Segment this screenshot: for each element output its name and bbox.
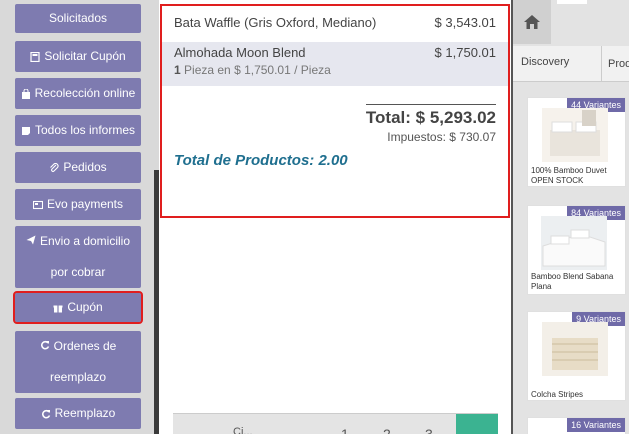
numpad-key-1[interactable]: 1 <box>341 426 349 434</box>
envio-line-1: Envio a domicilio <box>26 226 130 257</box>
reemplazo-button[interactable]: Reemplazo <box>15 398 141 429</box>
totals-block: Total: $ 5,293.02 Impuestos: $ 730.07 <box>366 104 496 144</box>
order-line-detail: 1 Pieza en $ 1,750.01 / Pieza <box>174 63 496 77</box>
product-name: 100% Bamboo Duvet OPEN STOCK <box>531 166 607 185</box>
sticky-note-icon <box>21 126 30 135</box>
product-card[interactable]: 44 Variantes 100% Bamboo Duvet OPEN STOC… <box>527 97 626 187</box>
todos-los-informes-label: Todos los informes <box>34 123 136 137</box>
product-total: Total de Productos: 2.00 <box>174 152 348 169</box>
ordenes-label-line1: Ordenes de <box>53 339 117 353</box>
refresh-icon <box>40 340 49 350</box>
product-image <box>542 108 608 162</box>
paperclip-icon <box>50 162 59 172</box>
numpad-key-3[interactable]: 3 <box>425 426 433 434</box>
solicitados-button[interactable]: Solicitados <box>15 4 141 33</box>
refresh-icon <box>41 409 50 418</box>
cupon-label: Cupón <box>67 300 103 314</box>
order-panel: Bata Waffle (Gris Oxford, Mediano) $ 3,5… <box>159 0 511 434</box>
order-line[interactable]: Bata Waffle (Gris Oxford, Mediano) $ 3,5… <box>174 15 496 39</box>
numpad-customer-label[interactable]: Ci... <box>233 426 253 434</box>
product-card[interactable]: 84 Variantes Bamboo Blend Sabana Plana <box>527 205 626 295</box>
ordenes-label-line2: reemplazo <box>49 370 107 384</box>
order-line-qty: 1 <box>174 63 181 77</box>
envio-a-domicilio-button[interactable]: Envio a domicilio por cobrar <box>15 226 141 288</box>
product-card[interactable]: 9 Variantes Colcha Stripes <box>527 311 626 401</box>
shopping-bag-icon <box>21 88 30 99</box>
solicitar-cupon-button[interactable]: Solicitar Cupón <box>15 41 141 72</box>
calculator-icon <box>30 51 40 62</box>
solicitados-label: Solicitados <box>48 11 108 25</box>
evo-payments-button[interactable]: Evo payments <box>15 189 141 220</box>
action-button-column: Solicitados Solicitar Cupón Recolección … <box>0 0 158 434</box>
order-line-name: Bata Waffle (Gris Oxford, Mediano) <box>174 15 377 30</box>
order-line-name: Almohada Moon Blend <box>174 45 306 60</box>
card-icon <box>32 200 43 209</box>
product-name: Bamboo Blend Sabana Plana <box>531 272 614 291</box>
paper-plane-icon <box>26 235 36 245</box>
reemplazo-label: Reemplazo <box>54 406 116 420</box>
tab-products[interactable]: Prod <box>601 46 629 82</box>
product-name: Colcha Stripes <box>531 390 584 399</box>
category-tabs: Discovery Prod <box>513 46 629 82</box>
product-image <box>541 216 607 270</box>
evo-payments-label: Evo payments <box>46 197 124 211</box>
product-image <box>542 322 608 376</box>
product-panel: Discovery Prod 44 Variantes 100% Bamboo … <box>513 0 629 434</box>
home-button[interactable] <box>513 0 551 44</box>
order-line-qty-text: Pieza en $ 1,750.01 / Pieza <box>184 63 331 77</box>
todos-los-informes-button[interactable]: Todos los informes <box>15 115 141 146</box>
envio-label-line2: por cobrar <box>50 265 106 279</box>
top-bar <box>551 0 629 44</box>
order-summary: Bata Waffle (Gris Oxford, Mediano) $ 3,5… <box>160 4 510 218</box>
envio-label-line1: Envio a domicilio <box>39 234 131 248</box>
numpad-key-2[interactable]: 2 <box>383 426 391 434</box>
solicitar-cupon-label: Solicitar Cupón <box>44 49 126 63</box>
payment-button[interactable] <box>456 414 498 434</box>
tab-discovery[interactable]: Discovery <box>521 56 569 68</box>
gift-icon <box>53 305 63 312</box>
pedidos-label: Pedidos <box>63 160 107 174</box>
numpad: Ci... 1 2 3 <box>173 413 498 434</box>
order-total: Total: $ 5,293.02 <box>365 108 496 127</box>
ordenes-de-reemplazo-button[interactable]: Ordenes de reemplazo <box>15 331 141 393</box>
order-taxes: Impuestos: $ 730.07 <box>387 130 496 144</box>
variants-badge: 16 Variantes <box>567 418 625 432</box>
order-line-amount: $ 1,750.01 <box>434 45 496 60</box>
cupon-button[interactable]: Cupón <box>13 291 143 324</box>
order-line-amount: $ 3,543.01 <box>434 15 496 30</box>
recoleccion-online-label: Recolección online <box>34 86 136 100</box>
pedidos-button[interactable]: Pedidos <box>15 152 141 183</box>
order-line-selected[interactable]: Almohada Moon Blend $ 1,750.01 1 Pieza e… <box>162 42 508 86</box>
ordenes-line-1: Ordenes de <box>40 331 117 362</box>
home-icon <box>524 15 540 29</box>
product-card[interactable]: 16 Variantes <box>527 417 626 434</box>
recoleccion-online-button[interactable]: Recolección online <box>15 78 141 109</box>
